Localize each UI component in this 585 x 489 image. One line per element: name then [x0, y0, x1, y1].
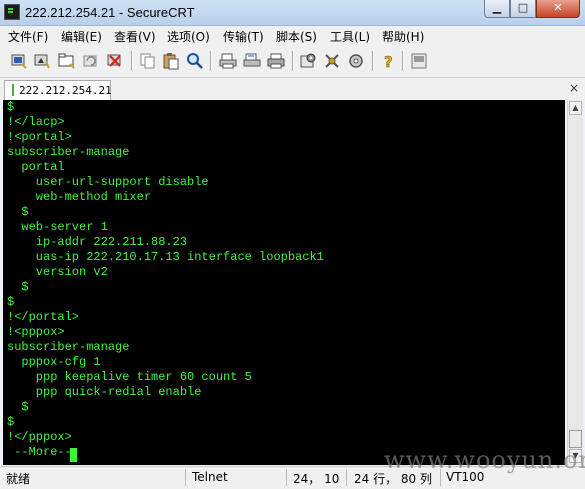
connect-in-tab-icon[interactable] — [58, 52, 76, 70]
scroll-up-arrow-icon[interactable]: ▲ — [569, 101, 582, 115]
session-options-icon[interactable] — [299, 52, 317, 70]
quick-connect-icon[interactable] — [33, 52, 51, 70]
terminal-cursor — [70, 448, 77, 462]
terminal-screen[interactable]: $ !</lacp> !<portal> subscriber-manage p… — [3, 100, 565, 465]
toolbar: ? — [0, 46, 585, 78]
reconnect-icon[interactable] — [82, 52, 100, 70]
terminal-line: !</lacp> — [7, 115, 65, 129]
terminal-line: !<pppox> — [7, 325, 65, 339]
window-title: 222.212.254.21 - SecureCRT — [25, 5, 195, 20]
terminal-line: $ — [7, 100, 15, 114]
status-cursor-position: 24， 10 — [293, 472, 340, 486]
terminal-line: ip-addr 222.211.88.23 — [7, 235, 188, 249]
terminal-line: pppox-cfg 1 — [7, 355, 101, 369]
menu-tools[interactable]: 工具(L) — [330, 28, 370, 45]
terminal-line: $ — [7, 205, 29, 219]
status-divider — [346, 469, 347, 486]
menu-file[interactable]: 文件(F) — [8, 28, 48, 45]
terminal-line: web-server 1 — [7, 220, 108, 234]
menu-help[interactable]: 帮助(H) — [382, 28, 424, 45]
terminal-line: ppp keepalive timer 60 count 5 — [7, 370, 252, 384]
menu-transfer[interactable]: 传输(T) — [223, 28, 264, 45]
session-tab-bar: 222.212.254.21 — [0, 78, 585, 100]
sftp-icon[interactable] — [410, 52, 428, 70]
copy-icon[interactable] — [139, 52, 157, 70]
terminal-line: $ — [7, 415, 15, 429]
more-prompt: --More-- — [7, 445, 72, 459]
minimize-button[interactable]: ▁ — [484, 0, 510, 18]
map-keys-icon[interactable] — [347, 52, 365, 70]
toolbar-separator — [292, 51, 293, 71]
disconnect-icon[interactable] — [106, 52, 124, 70]
print-icon[interactable] — [267, 52, 285, 70]
session-tab[interactable]: 222.212.254.21 — [4, 80, 112, 100]
securecrt-app-icon[interactable] — [4, 4, 20, 20]
terminal-line: !<portal> — [7, 130, 72, 144]
toolbar-separator — [210, 51, 211, 71]
terminal-line: subscriber-manage — [7, 145, 130, 159]
print-screen-icon[interactable] — [219, 52, 237, 70]
menu-options[interactable]: 选项(O) — [167, 28, 210, 45]
terminal-line: version v2 — [7, 265, 108, 279]
print-selection-icon[interactable] — [243, 52, 261, 70]
menu-bar: 文件(F) 编辑(E) 查看(V) 选项(O) 传输(T) 脚本(S) 工具(L… — [0, 26, 585, 46]
svg-text:?: ? — [384, 53, 393, 70]
connected-status-icon — [12, 84, 14, 96]
toolbar-separator — [131, 51, 132, 71]
terminal-line: subscriber-manage — [7, 340, 130, 354]
maximize-button[interactable]: □ — [510, 0, 536, 18]
vertical-scrollbar[interactable]: ▲ ▼ — [567, 100, 583, 465]
terminal-line: ppp quick-redial enable — [7, 385, 202, 399]
paste-icon[interactable] — [162, 52, 180, 70]
connect-icon[interactable] — [10, 52, 28, 70]
watermark: www.wooyun.org — [384, 446, 585, 474]
session-tab-label: 222.212.254.21 — [19, 84, 112, 97]
close-button[interactable]: ✕ — [536, 0, 580, 18]
toolbar-separator — [402, 51, 403, 71]
status-protocol: Telnet — [192, 470, 228, 484]
terminal-line: !</pppox> — [7, 430, 72, 444]
terminal-line: web-method mixer — [7, 190, 152, 204]
terminal-line: portal — [7, 160, 65, 174]
menu-view[interactable]: 查看(V) — [114, 28, 156, 45]
status-divider — [286, 469, 287, 486]
tab-close-icon[interactable]: × — [568, 82, 580, 95]
toolbar-separator — [372, 51, 373, 71]
global-options-icon[interactable] — [323, 52, 341, 70]
find-icon[interactable] — [186, 52, 204, 70]
terminal-line: $ — [7, 400, 29, 414]
help-icon[interactable]: ? — [379, 52, 397, 72]
terminal-line: uas-ip 222.210.17.13 interface loopback1 — [7, 250, 324, 264]
menu-script[interactable]: 脚本(S) — [276, 28, 317, 45]
terminal-line: !</portal> — [7, 310, 80, 324]
terminal-line: $ — [7, 295, 15, 309]
status-divider — [185, 469, 186, 486]
title-bar[interactable]: 222.212.254.21 - SecureCRT ▁ □ ✕ — [0, 0, 585, 26]
menu-edit[interactable]: 编辑(E) — [61, 28, 102, 45]
terminal-line: $ — [7, 280, 29, 294]
status-ready: 就绪 — [6, 472, 31, 486]
terminal-line: user-url-support disable — [7, 175, 209, 189]
